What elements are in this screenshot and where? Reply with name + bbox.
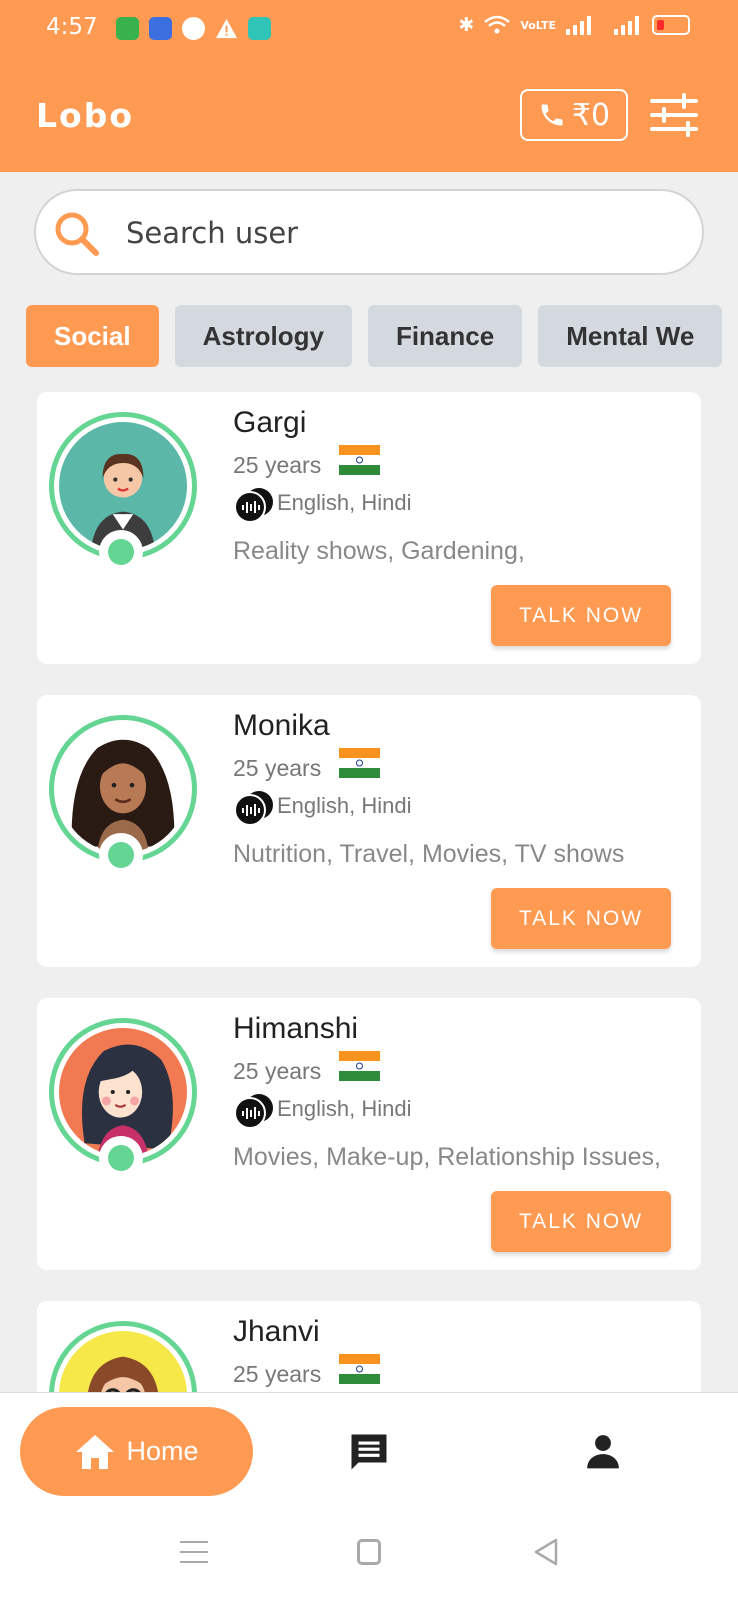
system-home-icon[interactable] <box>357 1539 381 1565</box>
tab-finance[interactable]: Finance <box>367 305 523 367</box>
app-notification-icon <box>149 17 172 40</box>
india-flag-icon <box>339 1051 380 1081</box>
status-indicators: ✱ VoLTE <box>458 14 690 36</box>
online-indicator <box>99 833 143 877</box>
home-tab[interactable]: Home <box>20 1407 253 1496</box>
user-languages: English, Hindi <box>277 1096 412 1121</box>
tab-social[interactable]: Social <box>26 305 159 367</box>
user-card: Monika 25 years English, Hindi Nutrition… <box>37 695 701 967</box>
user-name: Jhanvi <box>233 1315 320 1348</box>
home-icon <box>76 1434 115 1469</box>
user-interests: Movies, Make-up, Relationship Issues, <box>233 1143 661 1171</box>
phone-icon <box>541 104 563 126</box>
app-notification-icon <box>116 17 139 40</box>
user-name: Monika <box>233 709 330 742</box>
bottom-navigation: Home <box>0 1392 738 1600</box>
talk-now-button[interactable]: TALK NOW <box>491 1191 671 1252</box>
status-time: 4:57 <box>46 14 98 40</box>
search-icon <box>50 207 104 261</box>
user-name: Himanshi <box>233 1012 359 1045</box>
system-navigation <box>0 1523 738 1583</box>
battery-icon <box>652 15 690 35</box>
bluetooth-icon: ✱ <box>458 14 475 36</box>
india-flag-icon <box>339 748 380 778</box>
user-card: Gargi 25 years English, Hindi Reality sh… <box>37 392 701 664</box>
signal-icon <box>614 16 639 35</box>
user-card: Himanshi 25 years English, Hindi Movies,… <box>37 998 701 1270</box>
user-age: 25 years <box>233 755 322 781</box>
voice-chat-icon <box>234 791 273 826</box>
warning-icon <box>215 17 238 40</box>
home-tab-label: Home <box>126 1436 199 1466</box>
user-languages: English, Hindi <box>277 793 412 818</box>
filter-button[interactable] <box>648 92 700 138</box>
india-flag-icon <box>339 1354 380 1384</box>
user-interests: Reality shows, Gardening, <box>233 537 525 565</box>
user-list: Gargi 25 years English, Hindi Reality sh… <box>37 392 701 1392</box>
india-flag-icon <box>339 445 380 475</box>
sliders-icon <box>650 93 698 137</box>
talk-now-button[interactable]: TALK NOW <box>491 888 671 949</box>
back-icon[interactable] <box>532 1537 560 1567</box>
avatar-image <box>59 1331 187 1392</box>
person-icon <box>587 1435 619 1469</box>
talk-now-button[interactable]: TALK NOW <box>491 585 671 646</box>
voice-chat-icon <box>234 1094 273 1129</box>
profile-tab[interactable] <box>584 1431 622 1471</box>
category-tabs: Social Astrology Finance Mental We <box>26 305 738 369</box>
signal-icon <box>566 16 591 35</box>
wifi-icon <box>484 15 511 34</box>
chat-tab[interactable] <box>348 1431 390 1473</box>
recent-apps-icon[interactable] <box>180 1539 208 1565</box>
notification-icons <box>116 17 271 40</box>
volte-indicator: VoLTE <box>520 18 556 32</box>
user-age: 25 years <box>233 1058 322 1084</box>
app-title: Lobo <box>36 96 134 135</box>
wallet-button[interactable]: ₹0 <box>520 89 628 141</box>
user-interests: Nutrition, Travel, Movies, TV shows <box>233 840 625 868</box>
tab-mental-wellness[interactable]: Mental We <box>538 305 723 367</box>
status-bar: 4:57 ✱ VoLTE <box>0 0 738 60</box>
voice-chat-icon <box>234 488 273 523</box>
chat-icon <box>351 1434 387 1470</box>
tab-astrology[interactable]: Astrology <box>174 305 352 367</box>
wallet-amount: ₹0 <box>571 97 611 133</box>
user-name: Gargi <box>233 406 307 439</box>
search-bar[interactable] <box>34 189 704 275</box>
search-input[interactable] <box>126 211 666 255</box>
app-notification-icon <box>182 17 205 40</box>
app-notification-icon <box>248 17 271 40</box>
online-indicator <box>99 1136 143 1180</box>
user-card: Jhanvi 25 years <box>37 1301 701 1392</box>
app-header: 4:57 ✱ VoLTE Lobo ₹0 <box>0 0 738 172</box>
user-age: 25 years <box>233 1361 322 1387</box>
online-indicator <box>99 530 143 574</box>
avatar[interactable] <box>49 1321 197 1392</box>
user-languages: English, Hindi <box>277 490 412 515</box>
user-age: 25 years <box>233 452 322 478</box>
